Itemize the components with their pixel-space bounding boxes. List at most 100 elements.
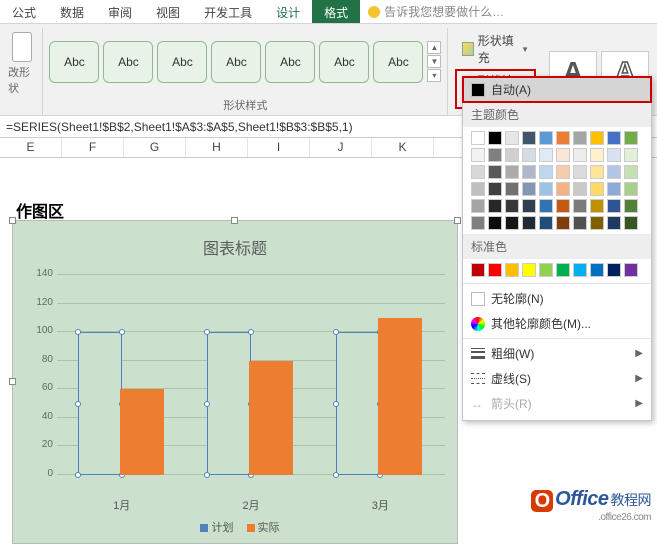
shape-fill-button[interactable]: 形状填充 ▼ xyxy=(456,30,535,68)
color-swatch[interactable] xyxy=(539,165,553,179)
tab-dev[interactable]: 开发工具 xyxy=(192,0,264,23)
color-swatch[interactable] xyxy=(607,216,621,230)
color-swatch[interactable] xyxy=(607,199,621,213)
color-swatch[interactable] xyxy=(522,182,536,196)
color-swatch[interactable] xyxy=(488,148,502,162)
style-preset-5[interactable]: Abc xyxy=(265,41,315,83)
more-outline-colors[interactable]: 其他轮廓颜色(M)... xyxy=(463,311,651,336)
color-swatch[interactable] xyxy=(471,165,485,179)
color-swatch[interactable] xyxy=(539,182,553,196)
color-swatch[interactable] xyxy=(607,148,621,162)
color-swatch[interactable] xyxy=(471,148,485,162)
color-swatch[interactable] xyxy=(590,131,604,145)
color-swatch[interactable] xyxy=(522,148,536,162)
color-swatch[interactable] xyxy=(607,165,621,179)
tab-format[interactable]: 格式 xyxy=(312,0,360,23)
color-swatch[interactable] xyxy=(556,182,570,196)
color-swatch[interactable] xyxy=(539,199,553,213)
color-swatch[interactable] xyxy=(624,182,638,196)
color-swatch[interactable] xyxy=(471,216,485,230)
no-outline[interactable]: 无轮廓(N) xyxy=(463,286,651,311)
color-swatch[interactable] xyxy=(624,131,638,145)
color-swatch[interactable] xyxy=(590,199,604,213)
col-i[interactable]: I xyxy=(248,138,310,157)
color-swatch[interactable] xyxy=(522,199,536,213)
col-j[interactable]: J xyxy=(310,138,372,157)
color-swatch[interactable] xyxy=(573,199,587,213)
color-swatch[interactable] xyxy=(556,165,570,179)
color-swatch[interactable] xyxy=(607,263,621,277)
color-swatch[interactable] xyxy=(488,182,502,196)
color-swatch[interactable] xyxy=(505,216,519,230)
tab-design[interactable]: 设计 xyxy=(264,0,312,23)
color-swatch[interactable] xyxy=(522,165,536,179)
color-swatch[interactable] xyxy=(539,216,553,230)
color-swatch[interactable] xyxy=(607,131,621,145)
col-g[interactable]: G xyxy=(124,138,186,157)
color-swatch[interactable] xyxy=(573,148,587,162)
color-swatch[interactable] xyxy=(624,263,638,277)
color-swatch[interactable] xyxy=(573,131,587,145)
style-preset-1[interactable]: Abc xyxy=(49,41,99,83)
color-swatch[interactable] xyxy=(556,199,570,213)
color-swatch[interactable] xyxy=(522,263,536,277)
color-swatch[interactable] xyxy=(590,263,604,277)
style-preset-3[interactable]: Abc xyxy=(157,41,207,83)
gallery-up[interactable]: ▲ xyxy=(427,41,441,54)
bar-plan[interactable] xyxy=(207,332,251,475)
col-k[interactable]: K xyxy=(372,138,434,157)
tab-view[interactable]: 视图 xyxy=(144,0,192,23)
bar-plan[interactable] xyxy=(336,332,380,475)
style-preset-7[interactable]: Abc xyxy=(373,41,423,83)
color-swatch[interactable] xyxy=(522,216,536,230)
selection-handle[interactable] xyxy=(9,378,16,385)
color-swatch[interactable] xyxy=(556,263,570,277)
selection-handle[interactable] xyxy=(231,217,238,224)
color-swatch[interactable] xyxy=(624,148,638,162)
bar-plan[interactable] xyxy=(78,332,122,475)
color-swatch[interactable] xyxy=(556,216,570,230)
tab-data[interactable]: 数据 xyxy=(48,0,96,23)
color-swatch[interactable] xyxy=(556,148,570,162)
color-swatch[interactable] xyxy=(539,148,553,162)
outline-weight[interactable]: 粗细(W) ▶ xyxy=(463,341,651,366)
style-preset-6[interactable]: Abc xyxy=(319,41,369,83)
color-swatch[interactable] xyxy=(607,182,621,196)
bar-actual[interactable] xyxy=(249,361,293,475)
color-swatch[interactable] xyxy=(488,131,502,145)
color-swatch[interactable] xyxy=(488,263,502,277)
color-swatch[interactable] xyxy=(522,131,536,145)
col-e[interactable]: E xyxy=(0,138,62,157)
color-swatch[interactable] xyxy=(488,199,502,213)
chart-object[interactable]: 图表标题 020406080100120140 计划 实际 1月2月3月 xyxy=(12,220,458,544)
color-swatch[interactable] xyxy=(505,165,519,179)
color-swatch[interactable] xyxy=(624,199,638,213)
bar-actual[interactable] xyxy=(120,389,164,475)
color-swatch[interactable] xyxy=(505,199,519,213)
color-swatch[interactable] xyxy=(471,182,485,196)
color-swatch[interactable] xyxy=(590,182,604,196)
col-h[interactable]: H xyxy=(186,138,248,157)
color-swatch[interactable] xyxy=(471,263,485,277)
plot-area[interactable]: 020406080100120140 xyxy=(57,275,445,475)
chart-legend[interactable]: 计划 实际 xyxy=(13,519,457,535)
color-swatch[interactable] xyxy=(488,165,502,179)
color-swatch[interactable] xyxy=(624,165,638,179)
tell-me[interactable]: 告诉我您想要做什么… xyxy=(360,0,512,23)
chart-title[interactable]: 图表标题 xyxy=(13,221,457,267)
color-swatch[interactable] xyxy=(471,131,485,145)
color-swatch[interactable] xyxy=(590,165,604,179)
tab-review[interactable]: 审阅 xyxy=(96,0,144,23)
change-shape[interactable]: 改形状 xyxy=(8,32,36,96)
selection-handle[interactable] xyxy=(454,217,461,224)
selection-handle[interactable] xyxy=(9,217,16,224)
tab-formula[interactable]: 公式 xyxy=(0,0,48,23)
bar-actual[interactable] xyxy=(378,318,422,475)
color-swatch[interactable] xyxy=(573,216,587,230)
col-f[interactable]: F xyxy=(62,138,124,157)
color-swatch[interactable] xyxy=(539,263,553,277)
color-swatch[interactable] xyxy=(505,263,519,277)
color-swatch[interactable] xyxy=(505,148,519,162)
color-swatch[interactable] xyxy=(505,131,519,145)
gallery-more[interactable]: ▾ xyxy=(427,69,441,82)
